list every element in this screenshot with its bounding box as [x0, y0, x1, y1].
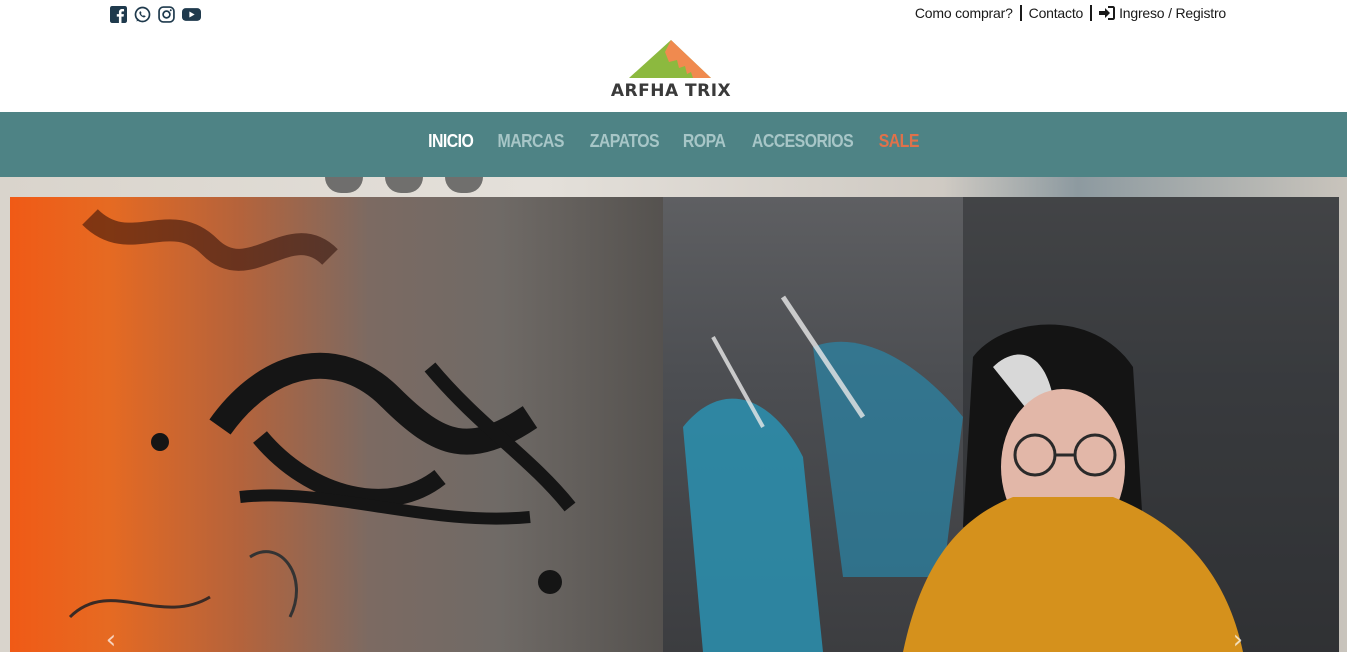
chevron-right-icon[interactable]: › [1228, 627, 1248, 653]
contact-link[interactable]: Contacto [1029, 5, 1084, 21]
nav-item-sale[interactable]: SALE [879, 131, 920, 152]
top-links: Como comprar? Contacto Ingreso / Registr… [915, 5, 1226, 21]
sign-in-icon [1099, 6, 1116, 20]
graffiti-wall-left [10, 197, 663, 652]
nav-item-accesorios[interactable]: ACCESORIOS [752, 131, 854, 152]
top-bar: Como comprar? Contacto Ingreso / Registr… [0, 0, 1347, 32]
logo-mountain-icon [629, 40, 711, 78]
nav-item-inicio[interactable]: INICIO [428, 131, 474, 152]
how-to-buy-link[interactable]: Como comprar? [915, 5, 1013, 21]
login-register-link[interactable]: Ingreso / Registro [1099, 5, 1226, 21]
model-photo [683, 197, 1339, 652]
login-register-label: Ingreso / Registro [1119, 5, 1226, 21]
wall-mark [385, 177, 423, 193]
nav-item-marcas[interactable]: MARCAS [498, 131, 565, 152]
hero-slide-image [10, 197, 1339, 652]
divider [1090, 5, 1093, 21]
whatsapp-icon[interactable] [134, 6, 151, 23]
main-nav: INICIO MARCAS ZAPATOS ROPA ACCESORIOS SA… [0, 131, 1347, 152]
wall-mark [325, 177, 363, 193]
nav-item-zapatos[interactable]: ZAPATOS [590, 131, 660, 152]
facebook-icon[interactable] [110, 6, 127, 23]
instagram-icon[interactable] [158, 6, 175, 23]
nav-item-ropa[interactable]: ROPA [683, 131, 726, 152]
logo-text: ARFHA TRIX [610, 81, 732, 101]
main-navbar: INICIO MARCAS ZAPATOS ROPA ACCESORIOS SA… [0, 112, 1347, 177]
divider [1019, 5, 1022, 21]
wall-mark [445, 177, 483, 193]
youtube-icon[interactable] [182, 6, 201, 23]
site-logo[interactable]: ARFHA TRIX [607, 40, 735, 102]
graffiti-wall-right [663, 197, 1339, 652]
chevron-left-icon[interactable]: ‹ [101, 627, 121, 653]
social-links [110, 6, 201, 23]
graffiti-art [68, 208, 576, 619]
